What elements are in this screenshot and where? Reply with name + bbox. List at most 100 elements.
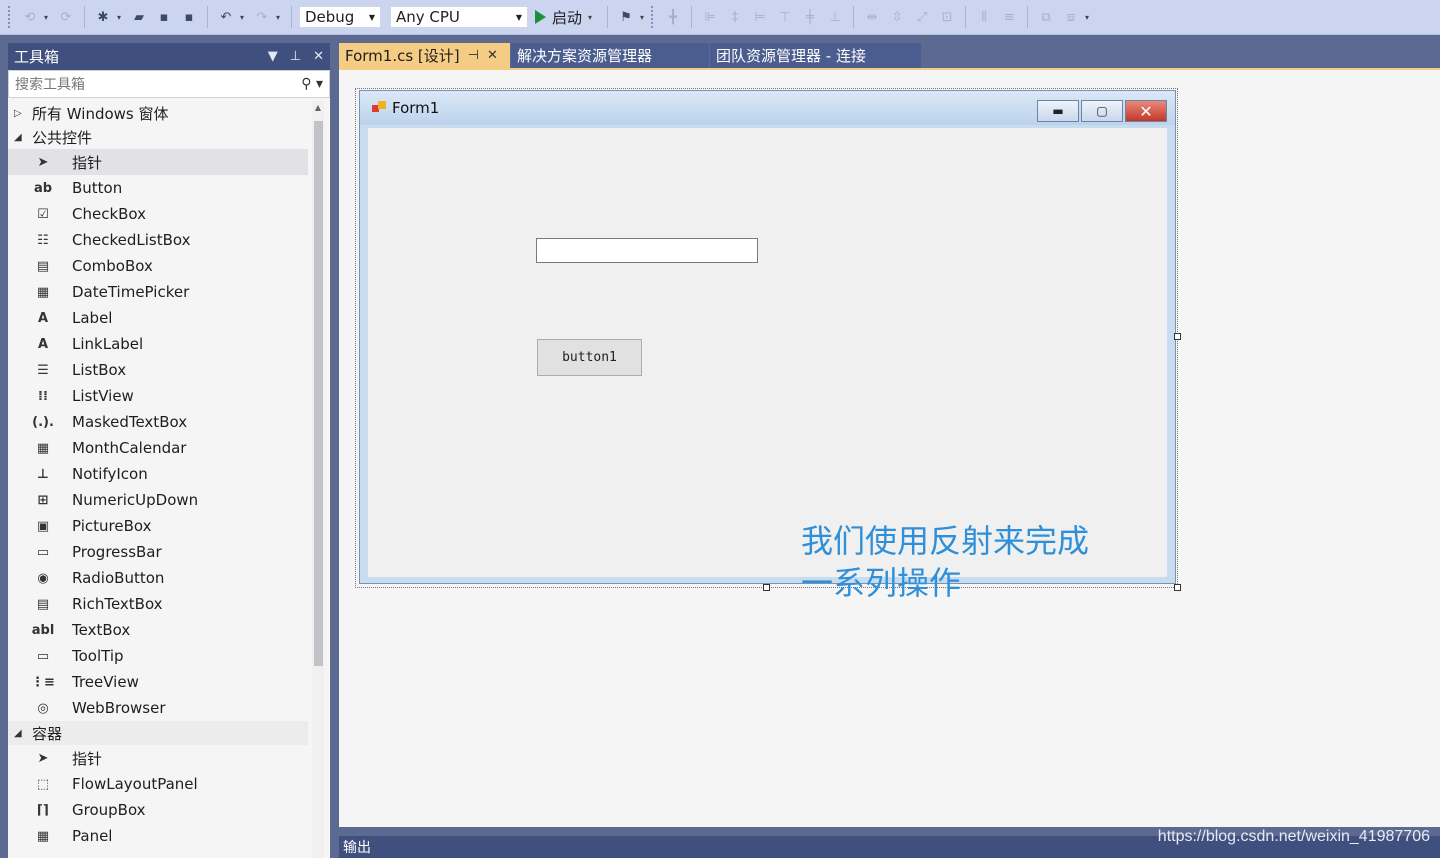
toolbox-item-listview[interactable]: ⁞⁞ ListView (8, 383, 308, 409)
tooltip-icon: ▭ (36, 648, 50, 664)
toolbox-scrollbar[interactable]: ▲ (312, 101, 324, 858)
horizontal-spacing-icon[interactable]: ⦀ (973, 6, 995, 28)
toolbox-item-groupbox[interactable]: ⌈⌉ GroupBox (8, 797, 308, 823)
undo-icon[interactable]: ↶ (215, 6, 237, 28)
maximize-button[interactable]: ▢ (1081, 100, 1123, 122)
browser-link-dropdown-icon[interactable]: ▾ (640, 13, 648, 22)
size-to-grid-icon[interactable]: ⊡ (936, 6, 958, 28)
scroll-thumb[interactable] (314, 121, 323, 666)
textbox1[interactable] (536, 238, 758, 263)
save-all-icon[interactable]: ▪ (178, 6, 200, 28)
send-to-back-icon[interactable]: ⧈ (1060, 6, 1082, 28)
start-dropdown-icon: ▾ (588, 12, 593, 22)
toolbox-item-radiobutton[interactable]: ◉ RadioButton (8, 565, 308, 591)
toolbox-item-listbox[interactable]: ☰ ListBox (8, 357, 308, 383)
search-input[interactable]: 搜索工具箱 (15, 74, 85, 94)
toolbox-item-linklabel[interactable]: A LinkLabel (8, 331, 308, 357)
toolbox-item-pointer[interactable]: ➤ 指针 (8, 745, 308, 771)
resize-handle-bottom[interactable] (763, 584, 770, 591)
back-icon[interactable]: ⟲ (19, 6, 41, 28)
toolbox-search[interactable]: 搜索工具箱 ⚲ ▾ (8, 70, 330, 98)
open-folder-icon[interactable]: ▰ (128, 6, 150, 28)
textbox-icon: abl (31, 622, 55, 638)
toolbox-item-label: 指针 (72, 153, 103, 172)
toolbar-grip-2[interactable] (651, 6, 655, 28)
align-tops-icon[interactable]: ⊤ (774, 6, 796, 28)
toolbox-item-datetimepicker[interactable]: ▦ DateTimePicker (8, 279, 308, 305)
align-lefts-icon[interactable]: ⊫ (699, 6, 721, 28)
redo-dropdown-icon[interactable]: ▾ (276, 13, 284, 22)
make-same-height-icon[interactable]: ⇳ (886, 6, 908, 28)
align-centers-icon[interactable]: ‡ (724, 6, 746, 28)
toolbox-item-webbrowser[interactable]: ◎ WebBrowser (8, 695, 308, 721)
minimize-button[interactable]: ▬ (1037, 100, 1079, 122)
align-grid-icon[interactable]: ╋ (662, 6, 684, 28)
bring-to-front-icon[interactable]: ⧉ (1035, 6, 1057, 28)
back-dropdown-icon[interactable]: ▾ (44, 13, 52, 22)
toolbox-item-label: LinkLabel (72, 335, 144, 353)
make-same-size-icon[interactable]: ⤢ (911, 6, 933, 28)
toolbox-item-label[interactable]: A Label (8, 305, 308, 331)
scroll-up-icon[interactable]: ▲ (312, 103, 324, 112)
platform-select[interactable]: Any CPU ▼ (390, 6, 528, 28)
new-project-icon[interactable]: ✱ (92, 6, 114, 28)
solution-config-select[interactable]: Debug ▼ (299, 6, 381, 28)
new-project-dropdown-icon[interactable]: ▾ (117, 13, 125, 22)
main-toolbar: ⟲ ▾ ⟳ ✱ ▾ ▰ ▪ ▪ ↶ ▾ ↷ ▾ Debug ▼ Any CPU ▼ … (0, 0, 1440, 35)
start-button[interactable]: 启动 ▾ (531, 7, 600, 28)
resize-handle-right[interactable] (1174, 333, 1181, 340)
form-icon (372, 101, 386, 115)
toolbar-overflow-icon[interactable]: ▾ (1085, 13, 1093, 22)
toolbox-item-treeview[interactable]: ⋮≡ TreeView (8, 669, 308, 695)
toolbox-item-label: TextBox (72, 621, 131, 639)
toolbox-item-pointer[interactable]: ➤ 指针 (8, 149, 308, 175)
toolbox-item-maskedtextbox[interactable]: (.). MaskedTextBox (8, 409, 308, 435)
form1-window[interactable]: Form1 ▬ ▢ ✕ button1 我们使用反射来完成 一系列操作 (359, 90, 1176, 602)
align-rights-icon[interactable]: ⊨ (749, 6, 771, 28)
browser-link-icon[interactable]: ⚑ (615, 6, 637, 28)
group-all-windows-forms[interactable]: ▷ 所有 Windows 窗体 (8, 101, 308, 125)
group-containers[interactable]: ◢ 容器 (8, 721, 308, 745)
vertical-spacing-icon[interactable]: ≡ (998, 6, 1020, 28)
forward-icon[interactable]: ⟳ (55, 6, 77, 28)
resize-handle-corner[interactable] (1174, 584, 1181, 591)
pin-icon[interactable]: ⊣ (468, 48, 479, 63)
align-bottoms-icon[interactable]: ⊥ (824, 6, 846, 28)
align-middles-icon[interactable]: ╪ (799, 6, 821, 28)
window-position-icon[interactable]: ▼ (268, 49, 278, 64)
toolbox-item-richtextbox[interactable]: ▤ RichTextBox (8, 591, 308, 617)
make-same-width-icon[interactable]: ⇹ (861, 6, 883, 28)
toolbox-item-tooltip[interactable]: ▭ ToolTip (8, 643, 308, 669)
close-icon[interactable]: ✕ (487, 48, 498, 63)
search-icon[interactable]: ⚲ ▾ (301, 76, 323, 92)
undo-dropdown-icon[interactable]: ▾ (240, 13, 248, 22)
redo-icon[interactable]: ↷ (251, 6, 273, 28)
flowlayoutpanel-icon: ⬚ (36, 776, 50, 792)
toolbox-item-notifyicon[interactable]: ⊥ NotifyIcon (8, 461, 308, 487)
toolbox-item-flowlayoutpanel[interactable]: ⬚ FlowLayoutPanel (8, 771, 308, 797)
save-icon[interactable]: ▪ (153, 6, 175, 28)
toolbox-item-textbox[interactable]: abl TextBox (8, 617, 308, 643)
form-client-area[interactable]: button1 我们使用反射来完成 一系列操作 (368, 128, 1167, 602)
datetimepicker-icon: ▦ (36, 284, 50, 300)
toolbox-item-numericupdown[interactable]: ⊞ NumericUpDown (8, 487, 308, 513)
overlay-caption: 我们使用反射来完成 一系列操作 (801, 522, 1090, 602)
numericupdown-icon: ⊞ (37, 492, 49, 508)
tab-solution-explorer[interactable]: 解决方案资源管理器 (511, 43, 710, 68)
close-icon[interactable]: ✕ (313, 49, 324, 64)
tab-team-explorer[interactable]: 团队资源管理器 - 连接 (710, 43, 922, 68)
toolbox-item-combobox[interactable]: ▤ ComboBox (8, 253, 308, 279)
toolbox-item-checkedlistbox[interactable]: ☷ CheckedListBox (8, 227, 308, 253)
toolbox-item-progressbar[interactable]: ▭ ProgressBar (8, 539, 308, 565)
toolbox-item-checkbox[interactable]: ☑ CheckBox (8, 201, 308, 227)
button1[interactable]: button1 (537, 339, 642, 376)
toolbox-item-panel[interactable]: ▦ Panel (8, 823, 308, 849)
toolbox-item-monthcalendar[interactable]: ▦ MonthCalendar (8, 435, 308, 461)
toolbox-item-button[interactable]: ab Button (8, 175, 308, 201)
tab-form1-design[interactable]: Form1.cs [设计] ⊣ ✕ (339, 43, 511, 68)
close-button[interactable]: ✕ (1125, 100, 1167, 122)
pin-icon[interactable]: ⊥ (290, 49, 301, 64)
group-common-controls[interactable]: ◢ 公共控件 (8, 125, 308, 149)
toolbox-item-picturebox[interactable]: ▣ PictureBox (8, 513, 308, 539)
toolbar-grip[interactable] (8, 6, 12, 28)
